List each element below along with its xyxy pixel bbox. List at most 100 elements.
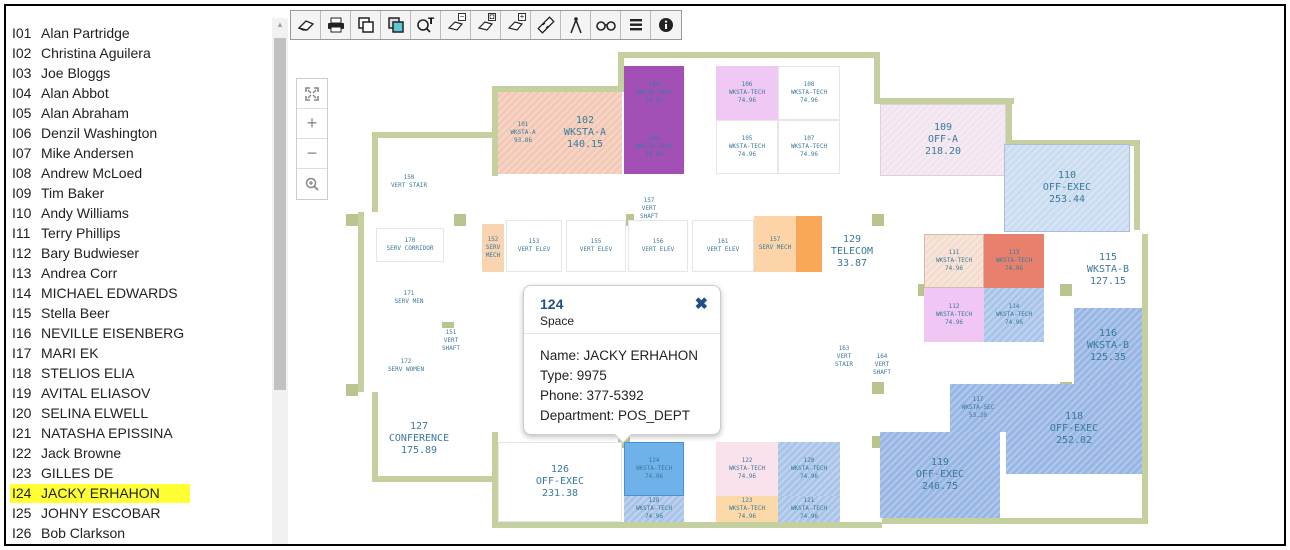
zoom-in-icon[interactable]: + (297, 109, 327, 139)
room-127[interactable]: 127 CONFERENCE 175.89 (378, 402, 460, 476)
occupant-list-item[interactable]: I24 JACKY ERHAHON (10, 484, 190, 503)
occupant-list-item[interactable]: I11 Terry Phillips (10, 224, 190, 243)
occupant-list-item[interactable]: I10 Andy Williams (10, 204, 190, 223)
occupant-list-item[interactable]: I17 MARI EK (10, 344, 190, 363)
occupant-list-item[interactable]: I04 Alan Abbot (10, 84, 190, 103)
room-area: 33.87 (836, 258, 868, 269)
map-toolbar: T − ◘ + (290, 10, 682, 40)
room-150[interactable]: 150 VERT STAIR (386, 162, 432, 202)
occupant-list-item[interactable]: I19 AVITAL ELIASOV (10, 384, 190, 403)
room-113[interactable]: 113 WKSTA-TECH 74.96 (984, 234, 1044, 288)
room-106[interactable]: 106 WKSTA-TECH 74.96 (716, 66, 778, 120)
occupant-list-item[interactable]: I05 Alan Abraham (10, 104, 190, 123)
room-area: 74.96 (644, 97, 664, 104)
room-171[interactable]: 171 SERV MEN (386, 278, 432, 318)
room-type: WKSTA-A (563, 127, 607, 138)
room-119[interactable]: 119 OFF-EXEC 246.75 (880, 432, 1000, 518)
room-120[interactable]: 120 WKSTA-TECH 74.96 (778, 442, 840, 496)
room-151[interactable]: 151 VERT SHAFT (436, 328, 466, 354)
occupant-list-item[interactable]: I26 Bob Clarkson (10, 524, 190, 543)
room-170[interactable]: 170 SERV CORRIDOR (376, 228, 444, 262)
layers-icon[interactable] (381, 11, 411, 39)
room-157-mech[interactable]: 157 SERV MECH (754, 216, 796, 272)
room-164[interactable]: 164 VERT SHAFT (868, 352, 896, 378)
occupant-list-item[interactable]: I18 STELIOS ELIA (10, 364, 190, 383)
compass-icon[interactable] (561, 11, 591, 39)
room-area: 125.35 (1089, 352, 1127, 363)
room-118[interactable]: 118 OFF-EXEC 252.02 (1006, 384, 1142, 474)
room-121[interactable]: 121 WKSTA-TECH 74.96 (778, 496, 840, 522)
occupant-list-item[interactable]: I14 MICHAEL EDWARDS (10, 284, 190, 303)
room-123[interactable]: 123 WKSTA-TECH 74.96 (716, 496, 778, 522)
room-128[interactable]: 128 WKSTA-TECH 74.96 (624, 496, 684, 522)
occupant-list-item[interactable]: I25 JOHNY ESCOBAR (10, 504, 190, 523)
room-112[interactable]: 112 WKSTA-TECH 74.96 (924, 288, 984, 342)
zoom-out-icon[interactable]: − (297, 139, 327, 169)
list-icon[interactable] (621, 11, 651, 39)
occupant-list-item[interactable]: I01 Alan Partridge (10, 24, 190, 43)
room-157[interactable]: 157 VERT SHAFT (634, 197, 664, 220)
room-area: 74.96 (799, 151, 819, 158)
wall (372, 132, 378, 212)
scroll-thumb[interactable] (274, 38, 286, 390)
room-104[interactable]: 104 WKSTA-TECH 74.96 (624, 66, 684, 120)
room-172[interactable]: 172 SERV WOMEN (376, 346, 436, 386)
copy-icon[interactable] (351, 11, 381, 39)
measure-icon[interactable] (531, 11, 561, 39)
room-153[interactable]: 153 VERT ELEV (506, 220, 562, 272)
info-icon[interactable] (651, 11, 681, 39)
occupant-list-item[interactable]: I16 NEVILLE EISENBERG (10, 324, 190, 343)
occupant-list-item[interactable]: I07 Mike Andersen (10, 144, 190, 163)
room-108[interactable]: 108 WKSTA-TECH 74.96 (778, 66, 840, 120)
occupant-list-item[interactable]: I08 Andrew McLoed (10, 164, 190, 183)
room-111[interactable]: 111 WKSTA-TECH 74.96 (924, 234, 984, 288)
room-type: WKSTA-TECH (728, 465, 766, 472)
eraser-icon[interactable] (291, 11, 321, 39)
clear-icon[interactable]: − (441, 11, 471, 39)
room-107[interactable]: 107 WKSTA-TECH 74.96 (778, 120, 840, 174)
room-102[interactable]: 102 WKSTA-A 140.15 (548, 92, 622, 174)
occupant-list-item[interactable]: I22 Jack Browne (10, 444, 190, 463)
room-101[interactable]: 101 WKSTA-A 93.86 (498, 92, 548, 174)
room-105[interactable]: 105 WKSTA-TECH 74.96 (716, 120, 778, 174)
occupant-name: Jack Browne (41, 445, 122, 461)
occupant-name: Andrew McLoed (41, 165, 143, 181)
room-109[interactable]: 109 OFF-A 218.20 (880, 104, 1006, 176)
occupant-list-item[interactable]: I12 Bary Budwieser (10, 244, 190, 263)
room-110[interactable]: 110 OFF-EXEC 253.44 (1004, 144, 1130, 232)
room-126[interactable]: 126 OFF-EXEC 231.38 (498, 442, 622, 522)
scroll-up-arrow-icon[interactable]: ▲ (272, 18, 288, 32)
occupant-list-item[interactable]: I21 NATASHA EPISSINA (10, 424, 190, 443)
room-103[interactable]: 103 WKSTA-TECH 74.96 (624, 120, 684, 174)
room-116[interactable]: 116 WKSTA-B 125.35 (1074, 308, 1142, 384)
clear-all-icon[interactable]: ◘ (471, 11, 501, 39)
room-156[interactable]: 156 VERT ELEV (628, 220, 688, 272)
room-152[interactable]: 152 SERV MECH (482, 224, 504, 272)
occupant-list-item[interactable]: I06 Denzil Washington (10, 124, 190, 143)
room-163[interactable]: 163 VERT STAIR (826, 342, 862, 372)
occupant-list-item[interactable]: I09 Tim Baker (10, 184, 190, 203)
zoom-search-icon[interactable] (297, 169, 327, 199)
occupant-list-item[interactable]: I13 Andrea Corr (10, 264, 190, 283)
room-161[interactable]: 161 VERT ELEV (692, 220, 754, 272)
occupant-list-item[interactable]: I23 GILLES DE (10, 464, 190, 483)
room-155[interactable]: 155 VERT ELEV (566, 220, 626, 272)
fullscreen-icon[interactable] (297, 79, 327, 109)
room-117[interactable]: 117 WKSTA-SEC 53.20 (950, 384, 1006, 432)
close-icon[interactable]: ✖ (695, 294, 708, 314)
occupant-list-item[interactable]: I03 Joe Bloggs (10, 64, 190, 83)
room-114[interactable]: 114 WKSTA-TECH 74.96 (984, 288, 1044, 342)
occupant-list-item[interactable]: I15 Stella Beer (10, 304, 190, 323)
room-type: WKSTA-TECH (995, 311, 1033, 318)
occupant-list-item[interactable]: I20 SELINA ELWELL (10, 404, 190, 423)
binoculars-icon[interactable] (591, 11, 621, 39)
list-scrollbar[interactable]: ▲ (272, 18, 288, 544)
room-115[interactable]: 115 WKSTA-B 127.15 (1074, 232, 1142, 308)
search-text-icon[interactable]: T (411, 11, 441, 39)
room-122[interactable]: 122 WKSTA-TECH 74.96 (716, 442, 778, 496)
print-icon[interactable] (321, 11, 351, 39)
room-129-fill[interactable] (796, 216, 822, 272)
add-icon[interactable]: + (501, 11, 531, 39)
room-124[interactable]: 124 WKSTA-TECH 74.96 (624, 442, 684, 496)
occupant-list-item[interactable]: I02 Christina Aguilera (10, 44, 190, 63)
